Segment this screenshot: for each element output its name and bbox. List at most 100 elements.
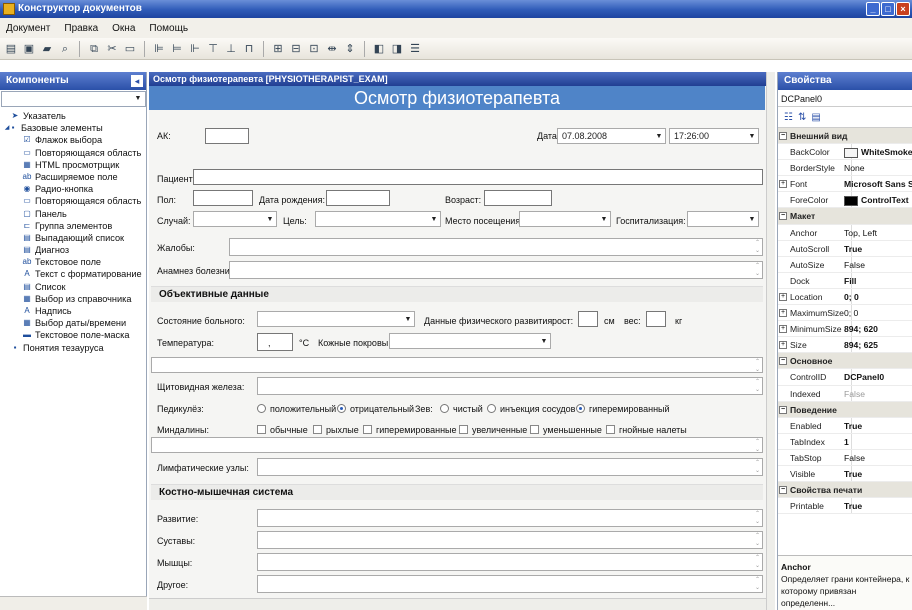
throat-hyperemic-radio[interactable]	[576, 404, 585, 413]
property-row[interactable]: + Font Microsoft Sans Se	[778, 176, 912, 193]
tonsil-hyperemic-checkbox[interactable]	[363, 425, 372, 434]
complaints-field[interactable]: ⌃ ⌄	[229, 238, 763, 256]
throat-clean-radio[interactable]	[440, 404, 449, 413]
tree-item[interactable]: ▦ Выбор из справочника	[0, 293, 147, 305]
property-row[interactable]: ControlID DCPanel0	[778, 369, 912, 386]
lymph-field[interactable]: ⌃ ⌄	[257, 458, 763, 476]
height-field[interactable]	[578, 311, 598, 327]
property-value[interactable]: Top, Left	[844, 228, 877, 238]
tree-item[interactable]: ab Расширяемое поле	[0, 171, 147, 183]
tree-item[interactable]: ab Текстовое поле	[0, 256, 147, 268]
editor-vscrollbar[interactable]	[766, 72, 775, 610]
property-row[interactable]: AutoSize False	[778, 256, 912, 273]
property-row[interactable]: + Size 894; 625	[778, 337, 912, 354]
tree-item[interactable]: ⊏ Группа элементов	[0, 220, 147, 232]
property-object-select[interactable]: DCPanel0	[778, 91, 912, 107]
tree-item[interactable]: ▦ HTML просмотрщик	[0, 159, 147, 171]
property-value[interactable]: True	[844, 501, 862, 511]
hspace-icon[interactable]: ⇹	[325, 42, 339, 56]
muscles-field[interactable]: ⌃ ⌄	[257, 553, 763, 571]
other-field[interactable]: ⌃ ⌄	[257, 575, 763, 593]
skin-select[interactable]: ▼	[389, 333, 551, 349]
date-picker[interactable]: 07.08.2008 ▼	[557, 128, 666, 144]
property-row[interactable]: Printable True	[778, 498, 912, 515]
tonsil-pus-checkbox[interactable]	[606, 425, 615, 434]
align-bottom-icon[interactable]: ⊓	[242, 42, 256, 56]
save-icon[interactable]: ▣	[22, 42, 36, 56]
expand-icon[interactable]: +	[779, 292, 787, 301]
goal-select[interactable]: ▼	[315, 211, 441, 227]
open-icon[interactable]: ▰	[40, 42, 54, 56]
case-select[interactable]: ▼	[193, 211, 277, 227]
property-row[interactable]: + MaximumSize 0; 0	[778, 305, 912, 322]
tree-item[interactable]: ▭ Повторяющаяся область	[0, 195, 147, 207]
collapse-icon[interactable]: −	[779, 132, 787, 140]
property-pages-icon[interactable]: ▤	[811, 112, 820, 123]
throat-vessels-radio[interactable]	[487, 404, 496, 413]
property-row[interactable]: TabStop False	[778, 449, 912, 466]
tab-order-icon[interactable]: ☰	[408, 42, 422, 56]
sex-field[interactable]	[193, 190, 253, 206]
tonsil-normal-checkbox[interactable]	[257, 425, 266, 434]
property-value[interactable]: Microsoft Sans Se	[844, 179, 912, 189]
tree-item[interactable]: ▤ Диагноз	[0, 244, 147, 256]
ak-field[interactable]	[205, 128, 249, 144]
editor-hscrollbar[interactable]	[149, 598, 766, 610]
tree-item[interactable]: ▢ Панель	[0, 208, 147, 220]
menu-document[interactable]: Документ	[6, 23, 50, 34]
tonsil-reduced-checkbox[interactable]	[530, 425, 539, 434]
property-category[interactable]: − Макет	[778, 208, 912, 225]
align-center-icon[interactable]: ⊨	[170, 42, 184, 56]
time-picker[interactable]: 17:26:00 ▼	[669, 128, 759, 144]
menu-help[interactable]: Помощь	[149, 23, 188, 34]
tree-item[interactable]: ▤ Выпадающий список	[0, 232, 147, 244]
align-left-icon[interactable]: ⊫	[152, 42, 166, 56]
chevron-down-icon[interactable]: ▼	[538, 334, 550, 348]
collapse-icon[interactable]: −	[779, 357, 787, 366]
same-height-icon[interactable]: ⊟	[289, 42, 303, 56]
property-category[interactable]: − Поведение	[778, 401, 912, 418]
property-value[interactable]: True	[844, 469, 862, 479]
tonsils-extra-field[interactable]: ⌃ ⌄	[151, 437, 763, 453]
copy-icon[interactable]: ⧉	[87, 42, 101, 56]
property-row[interactable]: + MinimumSize 894; 620	[778, 321, 912, 338]
expand-icon[interactable]: +	[779, 309, 787, 318]
paste-icon[interactable]: ▭	[123, 42, 137, 56]
menu-windows[interactable]: Окна	[112, 23, 135, 34]
tree-item[interactable]: ▦ Выбор даты/времени	[0, 317, 147, 329]
joints-field[interactable]: ⌃ ⌄	[257, 531, 763, 549]
chevron-down-icon[interactable]: ▼	[746, 212, 758, 226]
chevron-down-icon[interactable]: ▼	[746, 129, 758, 143]
expand-icon[interactable]: +	[779, 341, 787, 350]
new-icon[interactable]: ▤	[4, 42, 18, 56]
tree-item[interactable]: ▪ Понятия тезауруса	[0, 342, 147, 354]
components-hscrollbar[interactable]	[0, 596, 147, 610]
state-select[interactable]: ▼	[257, 311, 415, 327]
property-row[interactable]: TabIndex 1	[778, 433, 912, 450]
cut-icon[interactable]: ✂	[105, 42, 119, 56]
property-row[interactable]: Anchor Top, Left	[778, 224, 912, 241]
property-row[interactable]: ForeColor ControlText	[778, 192, 912, 209]
tonsil-enlarged-checkbox[interactable]	[459, 425, 468, 434]
property-value[interactable]: None	[844, 163, 865, 173]
property-row[interactable]: Indexed False	[778, 385, 912, 402]
property-value[interactable]: 1	[844, 437, 849, 447]
property-value[interactable]: 894; 625	[844, 340, 878, 350]
patient-field[interactable]	[193, 169, 763, 185]
property-row[interactable]: BackColor WhiteSmoke	[778, 144, 912, 161]
expand-icon[interactable]: +	[779, 325, 787, 334]
chevron-down-icon[interactable]: ▼	[428, 212, 440, 226]
tonsil-loose-checkbox[interactable]	[313, 425, 322, 434]
property-row[interactable]: + Location 0; 0	[778, 288, 912, 306]
property-value[interactable]: False	[844, 453, 865, 463]
thyroid-field[interactable]: ⌃ ⌄	[257, 377, 763, 395]
vspace-icon[interactable]: ⇕	[343, 42, 357, 56]
property-value[interactable]: 894; 620	[844, 324, 878, 334]
categorized-icon[interactable]: ☷	[784, 112, 793, 123]
weight-field[interactable]	[646, 311, 666, 327]
bring-front-icon[interactable]: ◧	[372, 42, 386, 56]
property-category[interactable]: − Свойства печати	[778, 482, 912, 499]
align-top-icon[interactable]: ⊤	[206, 42, 220, 56]
pin-icon[interactable]: ◂	[131, 75, 143, 87]
align-middle-icon[interactable]: ⊥	[224, 42, 238, 56]
